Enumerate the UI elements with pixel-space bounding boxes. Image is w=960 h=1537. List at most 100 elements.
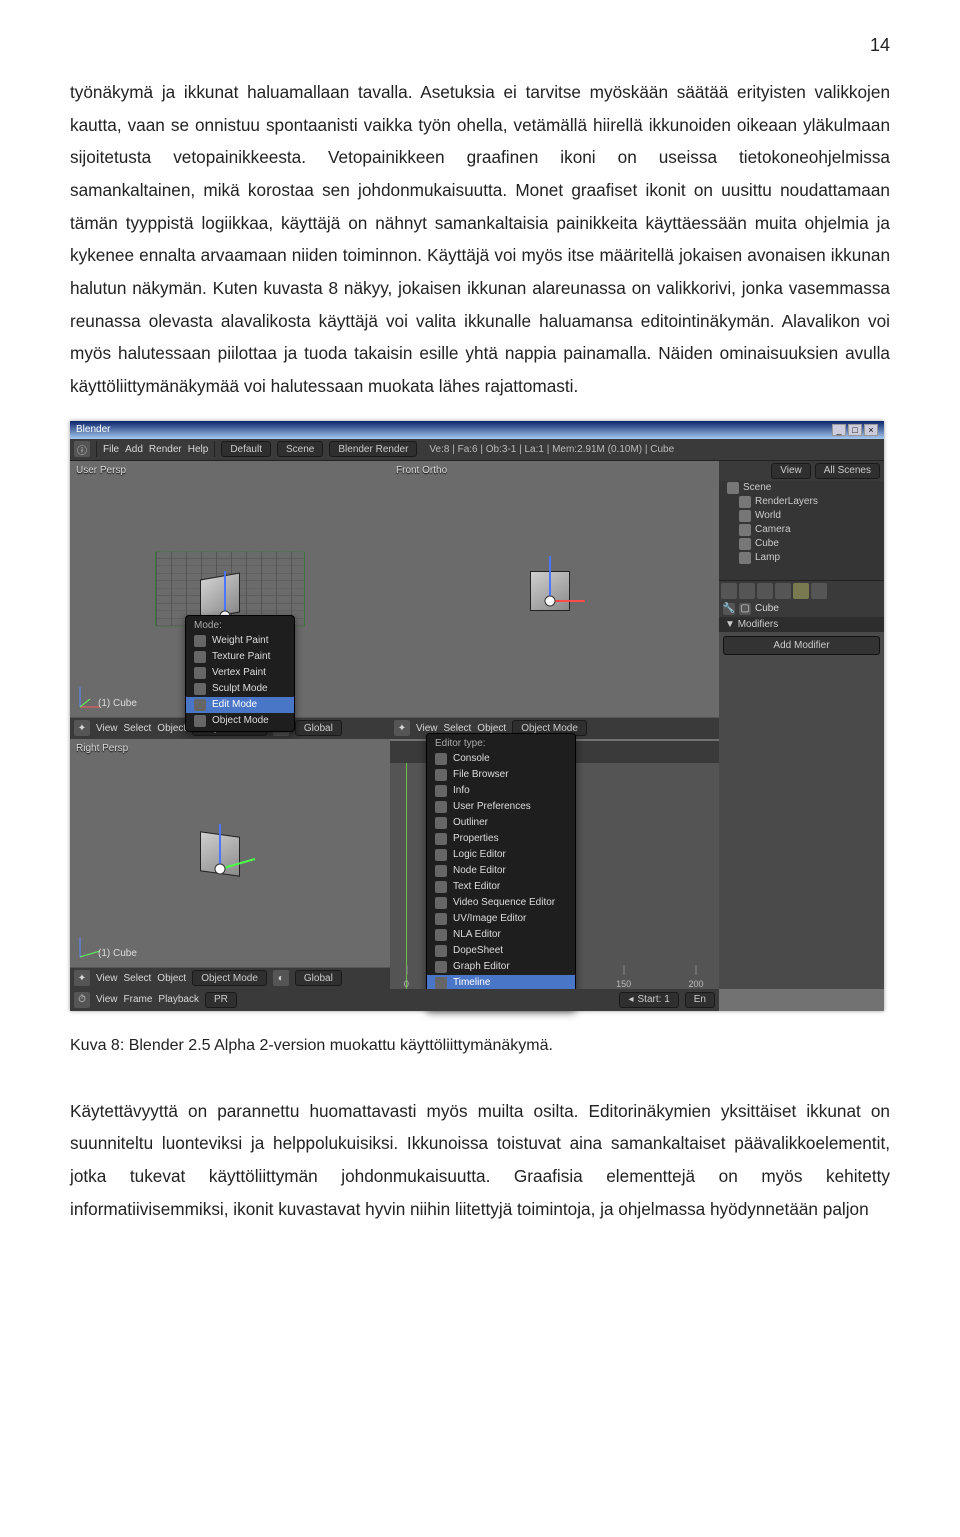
mode-menu-popup: Mode: Weight PaintTexture PaintVertex Pa… [185, 615, 295, 732]
outliner-row[interactable]: World [719, 509, 884, 523]
editor-type-item[interactable]: NLA Editor [427, 927, 575, 943]
outliner-row[interactable]: Cube [719, 537, 884, 551]
editor-type-item[interactable]: User Preferences [427, 799, 575, 815]
mode-menu-item[interactable]: Sculpt Mode [186, 681, 294, 697]
menu-object[interactable]: Object [157, 973, 186, 984]
properties-breadcrumb: 🔧 ▢ Cube [719, 601, 884, 617]
outliner-item-icon [739, 552, 751, 564]
menu-file[interactable]: File [103, 444, 119, 455]
menu-frame[interactable]: Frame [124, 994, 153, 1005]
mode-menu-item[interactable]: Texture Paint [186, 649, 294, 665]
editor-type-item[interactable]: Logic Editor [427, 847, 575, 863]
scene-selector[interactable]: Scene [277, 441, 323, 457]
end-frame-field[interactable]: En [685, 992, 715, 1008]
editor-type-item[interactable]: Info [427, 783, 575, 799]
editor-item-icon [435, 961, 447, 973]
outliner-row[interactable]: RenderLayers [719, 495, 884, 509]
window-buttons: _ □ × [832, 424, 878, 436]
editor-type-item[interactable]: Outliner [427, 815, 575, 831]
mode-menu-item[interactable]: Edit Mode [186, 697, 294, 713]
mode-menu-item[interactable]: Vertex Paint [186, 665, 294, 681]
editor-type-item[interactable]: DopeSheet [427, 943, 575, 959]
mode-menu-item[interactable]: Object Mode [186, 713, 294, 729]
editor-item-icon [435, 913, 447, 925]
minimize-icon[interactable]: _ [832, 424, 846, 436]
menu-view[interactable]: View [96, 973, 118, 984]
tab-render-icon[interactable] [721, 583, 737, 599]
mode-item-icon [194, 683, 206, 695]
shading-icon[interactable]: ◐ [273, 970, 289, 986]
info-editor-icon[interactable]: ⓘ [74, 441, 90, 457]
editor-item-icon [435, 785, 447, 797]
maximize-icon[interactable]: □ [848, 424, 862, 436]
editor-item-icon [435, 977, 447, 989]
orientation-selector[interactable]: Global [295, 720, 342, 736]
paragraph-2: Käytettävyyttä on parannettu huomattavas… [70, 1095, 890, 1226]
tab-object-icon[interactable] [775, 583, 791, 599]
editor-type-item[interactable]: Console [427, 751, 575, 767]
outliner-row[interactable]: Lamp [719, 551, 884, 565]
properties-panel: 🔧 ▢ Cube ▼ Modifiers Add Modifier [719, 581, 884, 989]
start-frame-field[interactable]: ◂ Start: 1 [619, 992, 678, 1008]
editor-type-icon[interactable]: ✦ [74, 720, 90, 736]
outliner-item-icon [739, 538, 751, 550]
editor-type-title: Editor type: [427, 736, 575, 751]
tab-material-icon[interactable] [811, 583, 827, 599]
manipulator-icon[interactable] [540, 551, 590, 611]
tab-scene-icon[interactable] [739, 583, 755, 599]
editor-item-icon [435, 801, 447, 813]
editor-type-item[interactable]: Properties [427, 831, 575, 847]
breadcrumb-label: Cube [755, 603, 779, 614]
properties-tabs [719, 581, 884, 601]
mode-selector[interactable]: Object Mode [192, 970, 267, 986]
editor-type-item[interactable]: Video Sequence Editor [427, 895, 575, 911]
add-modifier-button[interactable]: Add Modifier [723, 636, 880, 655]
window-title: Blender [76, 424, 110, 435]
menu-object[interactable]: Object [157, 723, 186, 734]
screen-layout-selector[interactable]: Default [221, 441, 271, 457]
viewport-object-label: (1) Cube [98, 698, 137, 709]
viewport-front-ortho[interactable]: Front Ortho ✦ View Select Object Object … [390, 461, 719, 739]
info-header: ⓘ File Add Render Help Default Scene Ble… [70, 439, 884, 461]
menu-view[interactable]: View [96, 994, 118, 1005]
mode-menu-item[interactable]: Weight Paint [186, 633, 294, 649]
editor-type-item[interactable]: File Browser [427, 767, 575, 783]
orientation-selector[interactable]: Global [295, 970, 342, 986]
viewport-header: ✦ View Select Object Object Mode ◐ Globa… [70, 967, 390, 989]
editor-type-item[interactable]: Node Editor [427, 863, 575, 879]
section-modifiers[interactable]: ▼ Modifiers [719, 617, 884, 632]
render-engine-selector[interactable]: Blender Render [329, 441, 417, 457]
menu-view[interactable]: View [96, 723, 118, 734]
menu-add[interactable]: Add [125, 444, 143, 455]
editor-item-icon [435, 753, 447, 765]
editor-type-popup: Editor type: ConsoleFile BrowserInfoUser… [426, 733, 576, 1010]
editor-type-icon[interactable]: ✦ [74, 970, 90, 986]
outliner-view-mode[interactable]: View [771, 463, 811, 479]
viewport-object-label: (1) Cube [98, 948, 137, 959]
editor-type-icon[interactable]: ✦ [394, 720, 410, 736]
outliner-filter[interactable]: All Scenes [815, 463, 880, 479]
viewport-right-persp[interactable]: Right Persp (1) Cube ✦ View Select Objec… [70, 739, 390, 989]
editor-type-item[interactable]: UV/Image Editor [427, 911, 575, 927]
mode-menu-title: Mode: [186, 618, 294, 633]
close-icon[interactable]: × [864, 424, 878, 436]
editor-type-item[interactable]: Graph Editor [427, 959, 575, 975]
outliner-row[interactable]: Scene [719, 481, 884, 495]
editor-type-item[interactable]: Text Editor [427, 879, 575, 895]
outliner-tree[interactable]: SceneRenderLayersWorldCameraCubeLamp [719, 481, 884, 580]
outliner-item-icon [739, 524, 751, 536]
pr-toggle[interactable]: PR [205, 992, 237, 1008]
viewport-label: Right Persp [76, 743, 128, 754]
manipulator-icon[interactable] [210, 819, 260, 879]
menu-playback[interactable]: Playback [158, 994, 199, 1005]
timeline-cursor[interactable] [406, 763, 407, 989]
menu-render[interactable]: Render [149, 444, 182, 455]
tab-modifiers-icon[interactable] [793, 583, 809, 599]
editor-type-icon[interactable]: ⏱ [74, 992, 90, 1008]
menu-select[interactable]: Select [124, 973, 152, 984]
menu-select[interactable]: Select [124, 723, 152, 734]
outliner-panel: View All Scenes SceneRenderLayersWorldCa… [719, 461, 884, 581]
tab-world-icon[interactable] [757, 583, 773, 599]
menu-help[interactable]: Help [188, 444, 209, 455]
outliner-row[interactable]: Camera [719, 523, 884, 537]
